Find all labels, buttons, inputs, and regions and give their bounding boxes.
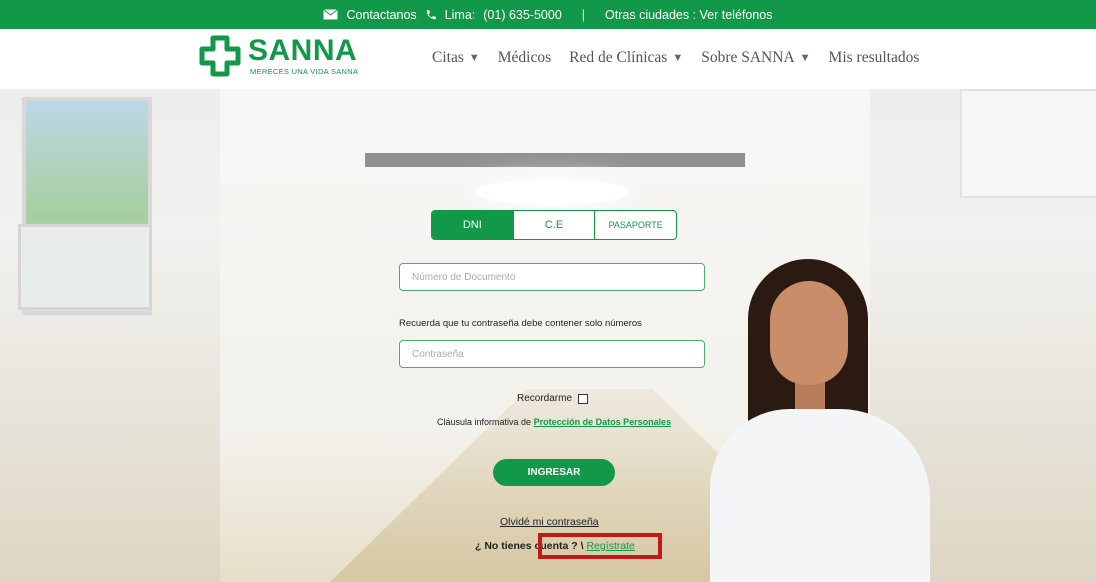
document-type-tabs: DNI C.E PASAPORTE: [431, 210, 677, 240]
password-hint: Recuerda que tu contraseña debe contener…: [399, 318, 642, 329]
lima-label: Lima:: [444, 7, 476, 22]
nav-sobre-sanna[interactable]: Sobre SANNA ▼: [701, 49, 810, 67]
login-form: DNI C.E PASAPORTE Recuerda que tu contra…: [395, 210, 715, 580]
phone-icon: [425, 9, 437, 21]
mail-icon[interactable]: [323, 9, 339, 20]
highlight-box: [538, 533, 662, 559]
doctor-face: [770, 281, 848, 385]
nav-red-clinicas[interactable]: Red de Clínicas ▼: [569, 49, 683, 67]
clausula-prefix: Cláusula informativa de: [437, 417, 532, 427]
remember-me[interactable]: Recordarme: [517, 393, 589, 404]
caret-down-icon: ▼: [468, 52, 480, 64]
password-field[interactable]: [399, 340, 705, 368]
document-number-input[interactable]: [410, 270, 694, 284]
nav-label: Sobre SANNA: [701, 49, 795, 66]
caret-down-icon: ▼: [672, 52, 684, 64]
privacy-clause: Cláusula informativa de Protección de Da…: [437, 417, 671, 427]
top-contact-bar: Contactanos Lima: (01) 635-5000 | Otras …: [0, 0, 1096, 29]
doctor-photo: [700, 259, 940, 582]
doctor-coat: [710, 409, 930, 582]
lima-phone[interactable]: (01) 635-5000: [483, 8, 562, 22]
site-header: SANNA MERECES UNA VIDA SANNA Citas ▼ Médi…: [0, 29, 1096, 89]
ceiling-beam: [365, 153, 745, 167]
remember-checkbox[interactable]: [578, 393, 589, 404]
remember-label: Recordarme: [517, 393, 573, 404]
password-input[interactable]: [410, 347, 694, 361]
login-button[interactable]: INGRESAR: [493, 459, 615, 486]
sanna-logo[interactable]: SANNA MERECES UNA VIDA SANNA: [198, 35, 358, 79]
contact-link[interactable]: Contactanos: [346, 8, 416, 22]
main-nav: Citas ▼ Médicos Red de Clínicas ▼ Sobre SA…: [432, 49, 919, 67]
nav-mis-resultados[interactable]: Mis resultados: [829, 49, 920, 67]
wall-poster-lower: [18, 224, 152, 310]
tab-pasaporte[interactable]: PASAPORTE: [595, 211, 676, 239]
nav-label: Red de Clínicas: [569, 49, 668, 66]
ceiling-light: [475, 179, 630, 205]
nav-label: Citas: [432, 49, 464, 66]
privacy-link[interactable]: Protección de Datos Personales: [534, 417, 672, 427]
nav-label: Médicos: [497, 49, 552, 66]
wall-frame-right: [960, 89, 1096, 198]
caret-down-icon: ▼: [799, 52, 811, 64]
cross-logo-icon: [199, 35, 241, 77]
nav-citas[interactable]: Citas ▼: [432, 49, 480, 67]
tab-ce[interactable]: C.E: [514, 211, 596, 239]
brand-tagline: MERECES UNA VIDA SANNA: [250, 67, 359, 76]
brand-name: SANNA: [248, 34, 358, 67]
document-field[interactable]: [399, 263, 705, 291]
tab-dni[interactable]: DNI: [432, 211, 514, 239]
nav-label: Mis resultados: [828, 49, 920, 66]
separator: |: [581, 7, 586, 22]
other-cities-link[interactable]: Otras ciudades : Ver teléfonos: [605, 8, 772, 22]
forgot-password-link[interactable]: Olvidé mi contraseña: [500, 516, 599, 528]
nav-medicos[interactable]: Médicos: [498, 49, 551, 67]
